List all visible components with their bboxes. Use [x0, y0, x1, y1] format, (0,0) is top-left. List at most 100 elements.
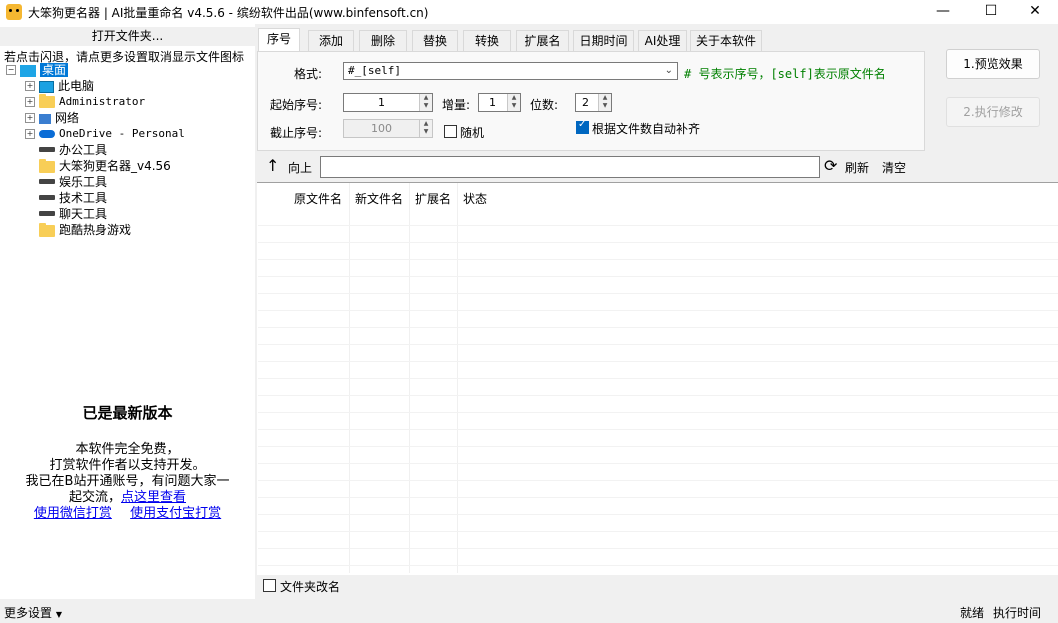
dropdown-arrow-icon: ▼	[55, 610, 62, 619]
folder-rename-label: 文件夹改名	[280, 580, 341, 594]
tree-item-renamer-folder[interactable]: 大笨狗更名器_v4.56	[39, 158, 171, 174]
drive-icon	[39, 211, 55, 216]
tab-add[interactable]: 添加	[308, 30, 354, 52]
network-icon	[39, 113, 51, 124]
empty-row-line	[258, 276, 1058, 277]
tree-item-label: 网络	[55, 111, 80, 125]
status-bar	[0, 599, 1058, 623]
empty-row-line	[258, 242, 1058, 243]
format-combobox[interactable]: #_[self] ⌄	[343, 62, 678, 80]
expand-icon[interactable]: +	[25, 129, 35, 139]
computer-icon	[39, 80, 54, 93]
end-serial-spinner: 100 ▲ ▼	[343, 119, 433, 138]
wechat-donate-link[interactable]: 使用微信打赏	[34, 506, 112, 521]
tree-item-this-pc[interactable]: 此电脑	[39, 78, 94, 94]
end-serial-label: 截止序号:	[270, 126, 323, 140]
tree-item-label: 技术工具	[59, 191, 108, 205]
preview-button[interactable]: 1.预览效果	[946, 49, 1040, 79]
tree-item-network[interactable]: 网络	[39, 110, 79, 126]
chevron-down-icon[interactable]: ⌄	[665, 63, 673, 79]
onedrive-icon	[39, 130, 55, 138]
step-value: 1	[489, 96, 496, 109]
drive-icon	[39, 179, 55, 184]
digits-value: 2	[582, 96, 589, 109]
empty-row-line	[258, 293, 1058, 294]
random-checkbox[interactable]	[444, 125, 457, 138]
tree-item-office-tools[interactable]: 办公工具	[39, 142, 107, 158]
up-button[interactable]: 向上	[288, 159, 312, 176]
clear-button[interactable]: 清空	[882, 159, 906, 176]
alipay-donate-link[interactable]: 使用支付宝打赏	[130, 506, 221, 521]
column-status[interactable]: 状态	[463, 190, 487, 207]
folder-rename-checkbox[interactable]	[263, 579, 276, 592]
digits-label: 位数:	[530, 98, 559, 112]
empty-row-line	[258, 327, 1058, 328]
tab-replace[interactable]: 替换	[412, 30, 458, 52]
tab-about[interactable]: 关于本软件	[690, 30, 762, 52]
more-settings-label: 更多设置	[4, 606, 53, 620]
latest-version-text: 已是最新版本	[82, 404, 173, 422]
tab-convert[interactable]: 转换	[463, 30, 511, 52]
tab-ai[interactable]: AI处理	[638, 30, 687, 52]
app-logo-icon	[6, 4, 22, 20]
refresh-icon[interactable]: ⟳	[824, 156, 837, 175]
tree-item-label: Administrator	[59, 95, 146, 108]
close-button[interactable]: ✕	[1012, 0, 1058, 24]
spin-arrows-icon[interactable]: ▲ ▼	[598, 94, 611, 111]
empty-row-line	[258, 412, 1058, 413]
tree-item-label: 跑酷热身游戏	[59, 223, 132, 237]
tree-item-parkour-game[interactable]: 跑酷热身游戏	[39, 222, 131, 238]
tree-item-onedrive[interactable]: OneDrive - Personal	[39, 126, 185, 142]
desktop-icon	[20, 64, 36, 77]
start-serial-label: 起始序号:	[270, 98, 323, 112]
collapse-icon[interactable]: −	[6, 65, 16, 75]
spin-arrows-icon: ▲ ▼	[419, 120, 432, 137]
status-text: 就绪	[960, 606, 985, 620]
tab-serial[interactable]: 序号	[258, 28, 300, 53]
tree-item-label: OneDrive - Personal	[59, 127, 185, 140]
column-new-name[interactable]: 新文件名	[355, 190, 403, 207]
tab-datetime[interactable]: 日期时间	[573, 30, 634, 52]
step-label: 增量:	[442, 98, 471, 112]
execute-button[interactable]: 2.执行修改	[946, 97, 1040, 127]
start-serial-spinner[interactable]: 1 ▲ ▼	[343, 93, 433, 112]
empty-row-line	[258, 446, 1058, 447]
tree-item-chat-tools[interactable]: 聊天工具	[39, 206, 107, 222]
column-original-name[interactable]: 原文件名	[294, 190, 342, 207]
maximize-button[interactable]: ☐	[968, 0, 1014, 24]
tree-item-label: 办公工具	[59, 143, 108, 157]
tree-item-entertainment-tools[interactable]: 娱乐工具	[39, 174, 107, 190]
expand-icon[interactable]: +	[25, 113, 35, 123]
expand-icon[interactable]: +	[25, 81, 35, 91]
tab-delete[interactable]: 删除	[359, 30, 407, 52]
end-serial-value: 100	[371, 122, 392, 135]
random-label: 随机	[460, 126, 485, 140]
empty-row-line	[258, 480, 1058, 481]
minimize-button[interactable]: —	[920, 0, 966, 24]
tab-extension[interactable]: 扩展名	[516, 30, 569, 52]
autopad-checkbox[interactable]	[576, 119, 589, 134]
tree-item-label: 此电脑	[58, 79, 95, 93]
spin-arrows-icon[interactable]: ▲ ▼	[419, 94, 432, 111]
title-bar: 大笨狗更名器 | AI批量重命名 v4.5.6 - 缤纷软件出品(www.bin…	[0, 0, 1058, 24]
digits-spinner[interactable]: 2 ▲ ▼	[575, 93, 612, 112]
spin-arrows-icon[interactable]: ▲ ▼	[507, 94, 520, 111]
expand-icon[interactable]: +	[25, 97, 35, 107]
tree-item-administrator[interactable]: Administrator	[39, 94, 145, 110]
empty-row-line	[258, 361, 1058, 362]
folder-icon	[39, 222, 55, 237]
tree-item-desktop[interactable]: 桌面	[20, 62, 69, 78]
empty-row-line	[258, 344, 1058, 345]
arrow-up-icon[interactable]: ↑	[266, 156, 279, 175]
tree-item-tech-tools[interactable]: 技术工具	[39, 190, 107, 206]
folder-icon	[39, 158, 55, 173]
path-input[interactable]	[320, 156, 820, 178]
tree-item-label: 桌面	[40, 63, 69, 77]
more-settings-button[interactable]: 更多设置 ▼	[4, 604, 62, 621]
window-title: 大笨狗更名器 | AI批量重命名 v4.5.6 - 缤纷软件出品(www.bin…	[28, 6, 429, 20]
donate-links: 使用微信打赏 使用支付宝打赏	[0, 502, 255, 521]
column-extension[interactable]: 扩展名	[415, 190, 451, 207]
step-spinner[interactable]: 1 ▲ ▼	[478, 93, 521, 112]
open-folder-button[interactable]: 打开文件夹...	[0, 27, 255, 46]
refresh-button[interactable]: 刷新	[845, 159, 869, 176]
